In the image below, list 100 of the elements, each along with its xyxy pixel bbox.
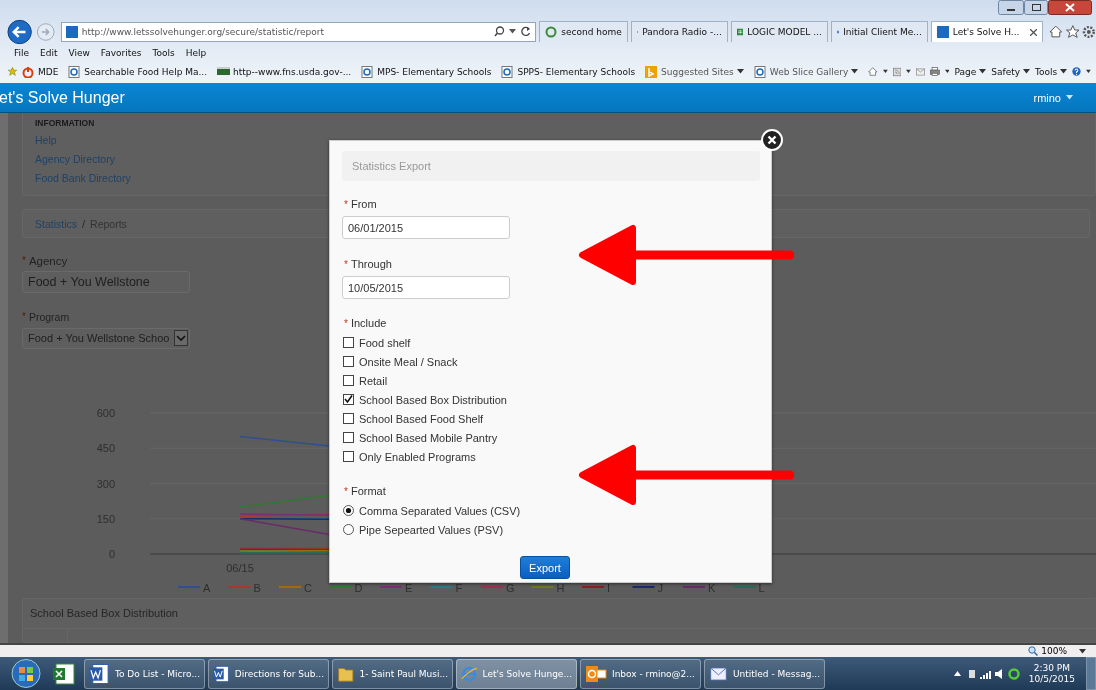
taskbar-button[interactable]: Directions for Sub... bbox=[208, 658, 329, 689]
spreadsheet-icon bbox=[736, 26, 744, 38]
flag-icon bbox=[217, 65, 231, 78]
checkbox[interactable] bbox=[343, 337, 354, 348]
option-label: School Based Mobile Pantry bbox=[359, 431, 498, 444]
command-menu[interactable]: Tools bbox=[1035, 66, 1068, 77]
start-icon[interactable] bbox=[8, 658, 44, 689]
required-mark: * bbox=[344, 485, 348, 497]
zoom-control[interactable]: 100% bbox=[1028, 646, 1067, 656]
caret-icon bbox=[1066, 95, 1073, 100]
menu-item[interactable]: Help bbox=[185, 47, 207, 58]
option-label: Comma Separated Values (CSV) bbox=[359, 504, 521, 517]
favorites-link[interactable]: MPS- Elementary Schools bbox=[361, 65, 492, 78]
option-label: School Based Food Shelf bbox=[359, 412, 484, 425]
required-mark: * bbox=[344, 198, 348, 210]
close-icon[interactable] bbox=[1030, 28, 1038, 36]
menu-item[interactable]: View bbox=[68, 47, 90, 58]
caret-icon bbox=[736, 69, 744, 74]
taskbar-button[interactable]: Let's Solve Hunge... bbox=[456, 658, 577, 689]
required-mark: * bbox=[344, 258, 348, 270]
refresh-icon[interactable] bbox=[520, 26, 532, 37]
speaker-icon[interactable] bbox=[994, 668, 1005, 679]
star-icon[interactable] bbox=[1065, 25, 1080, 38]
field-label: Agency bbox=[28, 254, 68, 267]
selected-radio-button[interactable] bbox=[343, 505, 354, 516]
power-icon bbox=[21, 65, 35, 78]
checkbox[interactable] bbox=[343, 375, 354, 386]
option-label: Retail bbox=[359, 374, 388, 387]
section-heading: INFORMATION bbox=[35, 118, 96, 128]
search-icon[interactable] bbox=[494, 26, 506, 37]
caret-icon bbox=[1086, 69, 1091, 74]
spreadsheet-icon[interactable] bbox=[53, 662, 75, 685]
favorites-star-icon[interactable] bbox=[8, 65, 17, 78]
favorites-link[interactable]: SPPS- Elementary Schools bbox=[501, 65, 636, 78]
checkbox[interactable] bbox=[343, 451, 354, 462]
checkbox[interactable] bbox=[343, 432, 354, 443]
checkbox[interactable] bbox=[343, 356, 354, 367]
menu-item[interactable]: File bbox=[14, 47, 30, 58]
favorites-link[interactable]: Suggested Sites bbox=[645, 65, 744, 78]
square-icon bbox=[645, 65, 659, 78]
command-menu[interactable]: Safety bbox=[991, 66, 1031, 77]
menu-item[interactable]: Edit bbox=[40, 47, 58, 58]
menu-item[interactable]: Tools bbox=[152, 47, 175, 58]
required-mark: * bbox=[22, 311, 26, 323]
minimize-icon[interactable] bbox=[998, 0, 1024, 15]
back-icon[interactable] bbox=[6, 18, 34, 45]
required-mark: * bbox=[22, 255, 26, 267]
menu-item[interactable]: Favorites bbox=[100, 47, 142, 58]
caret-icon bbox=[944, 69, 950, 74]
caret-icon bbox=[509, 29, 517, 34]
option-label: School Based Box Distribution bbox=[359, 393, 507, 406]
export-button[interactable]: Export bbox=[520, 556, 570, 579]
favorites-link[interactable]: Searchable Food Help Ma... bbox=[68, 65, 208, 78]
favorites-link[interactable]: Web Slice Gallery bbox=[753, 65, 859, 78]
zoom-icon bbox=[1028, 646, 1039, 656]
help-icon[interactable] bbox=[1072, 65, 1082, 78]
tray-arrow-icon[interactable] bbox=[953, 671, 961, 676]
feed-icon[interactable] bbox=[892, 65, 902, 78]
home-icon[interactable] bbox=[868, 65, 879, 78]
option-label: Food shelf bbox=[359, 336, 411, 349]
caret-icon bbox=[906, 69, 911, 74]
checkbox[interactable] bbox=[343, 413, 354, 424]
printer-icon[interactable] bbox=[929, 65, 940, 78]
network-plug-icon[interactable] bbox=[966, 667, 977, 680]
address-bar[interactable]: http://www.letssolvehunger.org/secure/statistic/report bbox=[60, 21, 537, 42]
taskbar-button[interactable]: Inbox - rmino@2... bbox=[580, 658, 701, 689]
circle-icon bbox=[545, 26, 558, 38]
browser-tab[interactable]: Pandora Radio -... bbox=[630, 21, 728, 42]
field-label: Program bbox=[28, 310, 70, 323]
taskbar-button[interactable]: 1- Saint Paul Musi... bbox=[332, 658, 453, 689]
home-icon[interactable] bbox=[1049, 25, 1063, 38]
field-label: Through bbox=[350, 258, 392, 270]
browser-tab[interactable]: second home bbox=[539, 21, 628, 42]
caret-icon bbox=[851, 69, 859, 74]
sync-icon[interactable] bbox=[1007, 667, 1020, 680]
radio-button[interactable] bbox=[343, 524, 354, 535]
taskbar-button[interactable]: To Do List - Micro... bbox=[84, 658, 205, 689]
command-menu[interactable]: Page bbox=[954, 66, 987, 77]
user-menu[interactable]: rmino bbox=[1027, 90, 1079, 105]
date-field[interactable]: 06/01/2015 bbox=[342, 216, 510, 239]
field-label: Format bbox=[350, 485, 386, 497]
checked-checkbox[interactable] bbox=[343, 394, 354, 405]
favorites-link[interactable]: MDE bbox=[21, 65, 59, 78]
date-field[interactable]: 10/05/2015 bbox=[342, 276, 510, 299]
browser-tab[interactable]: LOGIC MODEL ... bbox=[730, 21, 828, 42]
close-icon[interactable] bbox=[1048, 0, 1092, 15]
taskbar-button[interactable]: Untitled - Messag... bbox=[704, 658, 825, 689]
signal-icon[interactable] bbox=[979, 668, 992, 679]
option-label: Only Enabled Programs bbox=[359, 450, 476, 463]
favorites-link[interactable]: http--www.fns.usda.gov-... bbox=[217, 65, 352, 78]
caret-icon bbox=[1023, 69, 1031, 74]
browser-tab[interactable]: Let's Solve H... bbox=[930, 21, 1044, 42]
restore-icon[interactable] bbox=[1024, 0, 1048, 15]
clock-time: 2:30 PM bbox=[1033, 662, 1071, 674]
option-label: Onsite Meal / Snack bbox=[359, 355, 458, 368]
required-mark: * bbox=[344, 317, 348, 329]
caret-icon bbox=[1060, 69, 1068, 74]
gear-icon[interactable] bbox=[1082, 24, 1096, 39]
browser-tab[interactable]: Initial Client Me... bbox=[830, 21, 928, 42]
dropdown-icon[interactable] bbox=[174, 330, 188, 347]
